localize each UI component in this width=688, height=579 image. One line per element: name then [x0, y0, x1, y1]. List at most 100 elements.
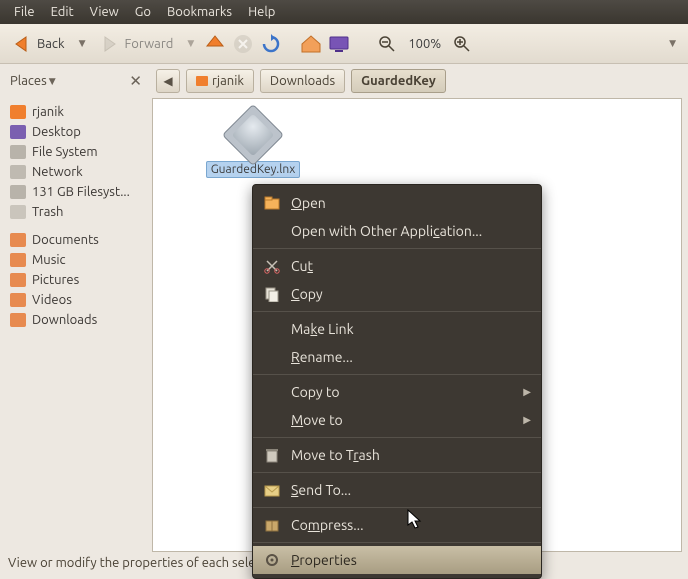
- menu-edit[interactable]: Edit: [43, 3, 82, 21]
- sidebar-item-131-gb-filesyst-[interactable]: 131 GB Filesyst...: [0, 182, 152, 202]
- sidebar-item-trash[interactable]: Trash: [0, 202, 152, 222]
- back-history-dropdown[interactable]: ▼: [75, 38, 90, 49]
- menu-item-label: Properties: [291, 552, 357, 568]
- send-icon: [263, 481, 281, 499]
- sidebar-item-music[interactable]: Music: [0, 250, 152, 270]
- menu-item-label: Copy: [291, 286, 323, 302]
- menu-item-open-with-other-application[interactable]: Open with Other Application...: [253, 217, 541, 245]
- toolbar: Back ▼ Forward ▼ 100% ▼: [0, 24, 688, 64]
- sidebar-item-downloads[interactable]: Downloads: [0, 310, 152, 330]
- menu-item-send-to[interactable]: Send To...: [253, 476, 541, 504]
- copy-icon: [263, 285, 281, 303]
- back-button[interactable]: Back: [8, 31, 69, 57]
- home-button[interactable]: [300, 33, 322, 55]
- menu-item-label: Make Link: [291, 321, 354, 337]
- menu-item-label: Open: [291, 195, 326, 211]
- menu-item-move-to-trash[interactable]: Move to Trash: [253, 441, 541, 469]
- sidebar-item-documents[interactable]: Documents: [0, 230, 152, 250]
- location-bar: Places ▼ ✕ ◀ rjanikDownloadsGuardedKey: [0, 64, 688, 98]
- sidebar-item-label: 131 GB Filesyst...: [32, 185, 130, 199]
- sidebar-item-label: Documents: [32, 233, 99, 247]
- forward-button[interactable]: Forward: [95, 31, 177, 57]
- menu-item-open[interactable]: Open: [253, 189, 541, 217]
- sidebar-item-label: Music: [32, 253, 66, 267]
- drv-icon: [10, 145, 26, 159]
- file-item[interactable]: GuardedKey.lnx: [201, 113, 305, 178]
- reload-button[interactable]: [260, 33, 282, 55]
- places-dropdown-icon[interactable]: ▼: [49, 76, 56, 87]
- menu-item-label: Copy to: [291, 384, 340, 400]
- menu-item-copy[interactable]: Copy: [253, 280, 541, 308]
- menu-item-label: Move to Trash: [291, 447, 380, 463]
- sidebar-item-label: Videos: [32, 293, 72, 307]
- sidebar-item-rjanik[interactable]: rjanik: [0, 102, 152, 122]
- open-icon: [263, 194, 281, 212]
- pkg-icon: [263, 516, 281, 534]
- submenu-arrow-icon: ▶: [523, 386, 531, 398]
- menu-view[interactable]: View: [82, 3, 127, 21]
- computer-button[interactable]: [328, 33, 350, 55]
- sidebar-item-label: Trash: [32, 205, 63, 219]
- zoom-level: 100%: [404, 37, 445, 51]
- menu-item-cut[interactable]: Cut: [253, 252, 541, 280]
- home-icon: [10, 105, 26, 119]
- sidebar-item-label: Pictures: [32, 273, 79, 287]
- breadcrumb-downloads[interactable]: Downloads: [260, 69, 345, 93]
- back-label: Back: [37, 37, 65, 51]
- sidebar-item-videos[interactable]: Videos: [0, 290, 152, 310]
- path-back-button[interactable]: ◀: [156, 69, 180, 93]
- sidebar-item-pictures[interactable]: Pictures: [0, 270, 152, 290]
- gear-icon: [263, 551, 281, 569]
- doc-icon: [10, 253, 26, 267]
- menu-item-compress[interactable]: Compress...: [253, 511, 541, 539]
- submenu-arrow-icon: ▶: [523, 414, 531, 426]
- places-close-button[interactable]: ✕: [129, 72, 142, 90]
- sidebar-item-desktop[interactable]: Desktop: [0, 122, 152, 142]
- places-sidebar: rjanik DesktopFile SystemNetwork 131 GB Fi…: [0, 98, 152, 554]
- doc-icon: [10, 293, 26, 307]
- menu-file[interactable]: File: [6, 3, 43, 21]
- menu-item-properties[interactable]: Properties: [253, 546, 541, 574]
- forward-label: Forward: [124, 37, 173, 51]
- doc-icon: [10, 273, 26, 287]
- trash-icon: [10, 205, 26, 219]
- menu-help[interactable]: Help: [240, 3, 283, 21]
- menu-item-copy-to[interactable]: Copy to ▶: [253, 378, 541, 406]
- menu-item-label: Cut: [291, 258, 313, 274]
- context-menu: Open Open with Other Application... Cut Cop…: [252, 184, 542, 579]
- menu-item-make-link[interactable]: Make Link: [253, 315, 541, 343]
- sidebar-item-file-system[interactable]: File System: [0, 142, 152, 162]
- sidebar-item-label: Downloads: [32, 313, 97, 327]
- breadcrumb-guardedkey[interactable]: GuardedKey: [351, 69, 446, 93]
- doc-icon: [10, 233, 26, 247]
- menu-item-label: Move to: [291, 412, 343, 428]
- back-arrow-icon: [12, 33, 34, 55]
- doc-icon: [10, 313, 26, 327]
- zoom-out-button[interactable]: [376, 33, 398, 55]
- drv-icon: [10, 185, 26, 199]
- menu-go[interactable]: Go: [127, 3, 159, 21]
- breadcrumb: ◀ rjanikDownloadsGuardedKey: [152, 69, 688, 93]
- executable-icon: [222, 104, 284, 166]
- cut-icon: [263, 257, 281, 275]
- sidebar-item-label: rjanik: [32, 105, 64, 119]
- home-icon: [196, 76, 208, 86]
- view-mode-dropdown[interactable]: ▼: [665, 38, 680, 49]
- menu-item-move-to[interactable]: Move to ▶: [253, 406, 541, 434]
- up-button[interactable]: [204, 33, 226, 55]
- desk-icon: [10, 125, 26, 139]
- places-header: Places ▼ ✕: [0, 72, 152, 90]
- zoom-in-button[interactable]: [451, 33, 473, 55]
- stop-button[interactable]: [232, 33, 254, 55]
- net-icon: [10, 165, 26, 179]
- forward-arrow-icon: [99, 33, 121, 55]
- menu-item-rename[interactable]: Rename...: [253, 343, 541, 371]
- menubar: FileEditViewGoBookmarksHelp: [0, 0, 688, 24]
- menu-item-label: Compress...: [291, 517, 364, 533]
- sidebar-item-network[interactable]: Network: [0, 162, 152, 182]
- breadcrumb-rjanik[interactable]: rjanik: [186, 69, 254, 93]
- forward-history-dropdown[interactable]: ▼: [183, 38, 198, 49]
- menu-bookmarks[interactable]: Bookmarks: [159, 3, 240, 21]
- places-title: Places: [10, 74, 47, 88]
- trash-icon: [263, 446, 281, 464]
